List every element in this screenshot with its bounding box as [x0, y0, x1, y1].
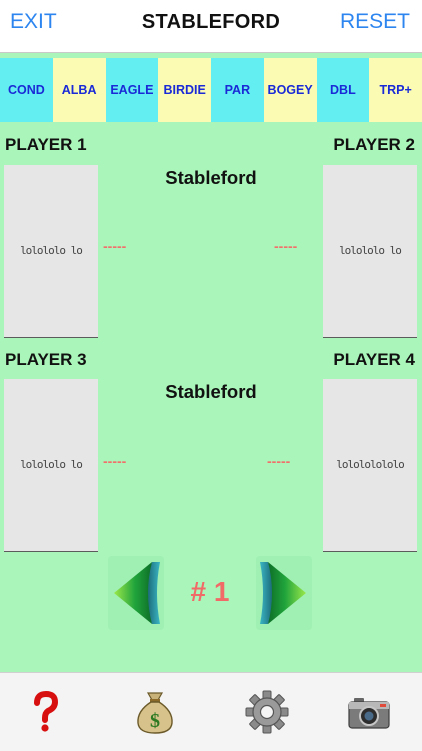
player-2-signature-box[interactable]: lolololo lo — [323, 165, 417, 338]
camera-button[interactable] — [346, 689, 392, 735]
player-4-signature: lolololololo — [336, 458, 404, 471]
previous-hole-button[interactable] — [108, 556, 164, 630]
hole-number: # 1 — [190, 576, 230, 607]
player-2-score: ----- — [274, 238, 298, 254]
reset-button[interactable]: RESET — [340, 10, 410, 34]
category-trp[interactable]: TRP+ — [369, 58, 422, 122]
bottom-toolbar: $ — [0, 672, 422, 751]
player-4-score: ----- — [267, 453, 291, 469]
money-button[interactable]: $ — [132, 689, 178, 735]
next-hole-button[interactable] — [256, 556, 312, 630]
settings-button[interactable] — [244, 689, 290, 735]
category-eagle[interactable]: EAGLE — [105, 58, 159, 122]
player-1-signature: lolololo lo — [20, 244, 83, 257]
player-3-signature: lolololo lo — [20, 458, 83, 471]
category-bogey[interactable]: BOGEY — [263, 58, 317, 122]
help-icon — [34, 690, 59, 732]
score-category-bar: COND ALBA EAGLE BIRDIE PAR BOGEY DBL TRP… — [0, 58, 422, 122]
player-1-name: PLAYER 1 — [5, 135, 87, 154]
player-3-signature-box[interactable]: lolololo lo — [4, 379, 98, 552]
money-bag-icon: $ — [137, 692, 173, 734]
player-1-score: ----- — [103, 238, 127, 254]
player-2-signature: lolololo lo — [339, 244, 402, 257]
help-button[interactable] — [22, 689, 68, 735]
camera-icon — [348, 698, 390, 729]
category-par[interactable]: PAR — [211, 58, 264, 122]
category-alba[interactable]: ALBA — [52, 58, 106, 122]
player-2-name: PLAYER 2 — [333, 135, 415, 154]
player-3-score: ----- — [103, 453, 127, 469]
player-1-signature-box[interactable]: lolololo lo — [4, 165, 98, 338]
right-arrow-icon — [260, 562, 306, 624]
settings-gear-icon — [245, 690, 289, 734]
player-4-name: PLAYER 4 — [333, 350, 415, 369]
top-bar: EXIT STABLEFORD RESET — [0, 0, 422, 53]
player-4-signature-box[interactable]: lolololololo — [323, 379, 417, 552]
category-birdie[interactable]: BIRDIE — [158, 58, 211, 122]
left-arrow-icon — [114, 562, 160, 624]
category-cond[interactable]: COND — [0, 58, 53, 122]
svg-text:$: $ — [150, 710, 160, 732]
player-3-name: PLAYER 3 — [5, 350, 87, 369]
category-dbl[interactable]: DBL — [316, 58, 370, 122]
